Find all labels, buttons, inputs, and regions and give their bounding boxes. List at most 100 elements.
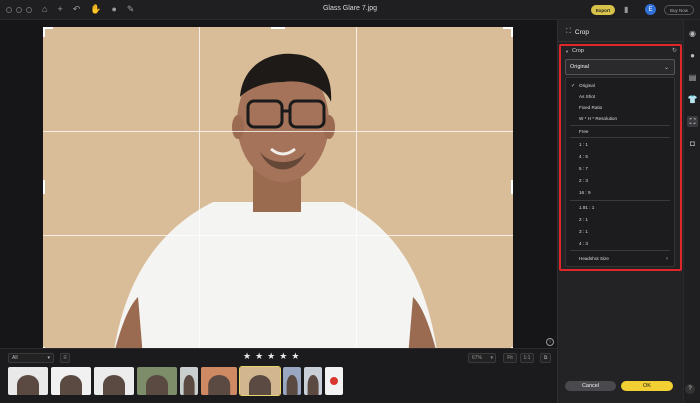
shirt-icon[interactable]: 👕 (687, 94, 698, 105)
crop-handle-top[interactable] (271, 27, 285, 29)
menu-item-label: 1 : 1 (579, 142, 588, 147)
thumbnail[interactable] (180, 367, 198, 395)
menu-item-label: 5 : 7 (579, 166, 588, 171)
menu-item[interactable]: 1 : 1 (566, 140, 674, 149)
check-icon: ✓ (571, 82, 576, 89)
thumbnail-subject (286, 375, 298, 395)
close-window-button[interactable] (6, 6, 12, 13)
home-icon[interactable]: ⌂ (42, 5, 47, 14)
star-icon[interactable]: ★ (291, 352, 299, 361)
minimize-window-button[interactable] (16, 6, 22, 13)
thumbnail[interactable] (51, 367, 91, 395)
thumbnail[interactable] (304, 367, 322, 395)
drop-icon[interactable]: ● (687, 50, 698, 61)
zoom-select[interactable]: 67% ▾ (468, 353, 496, 363)
buy-now-button[interactable]: Buy Now (664, 5, 694, 15)
thumbnail-subject (17, 375, 39, 395)
undo-icon[interactable]: ↶ (73, 5, 81, 14)
ok-button[interactable]: OK (621, 381, 673, 391)
crop-handle-left[interactable] (43, 180, 45, 194)
thumbnail-subject (330, 377, 338, 385)
thumbnail-subject (307, 375, 319, 395)
menu-separator (570, 125, 670, 126)
menu-item[interactable]: 4 : 5 (566, 152, 674, 161)
hand-icon[interactable]: ✋ (90, 5, 101, 14)
menu-item[interactable]: 16 : 9 (566, 188, 674, 197)
maximize-window-button[interactable] (26, 6, 32, 13)
one-to-one-button[interactable]: 1:1 (520, 353, 534, 363)
grid-line-vertical-1 (199, 27, 200, 357)
thumbnail[interactable] (94, 367, 134, 395)
layers-icon[interactable]: ▤ (687, 72, 698, 83)
crop-handle-top-right-v[interactable] (511, 27, 513, 37)
zoom-value: 67% (472, 355, 483, 361)
menu-item[interactable]: 4 : 3 (566, 239, 674, 248)
menu-item[interactable]: As Shot (566, 92, 674, 101)
grid-line-vertical-2 (356, 27, 357, 357)
reset-icon[interactable]: ↻ (672, 47, 677, 54)
star-icon[interactable]: ★ (255, 352, 263, 361)
crop-icon: ⛶ (566, 28, 571, 35)
help-button[interactable]: ? (685, 384, 695, 394)
star-icon[interactable]: ★ (267, 352, 275, 361)
plus-icon[interactable]: + (57, 5, 62, 14)
menu-item[interactable]: 2 : 3 (566, 176, 674, 185)
star-icon[interactable]: ★ (243, 352, 251, 361)
menu-separator (570, 137, 670, 138)
menu-item-label: Original (579, 83, 595, 88)
menu-item-label: 2 : 3 (579, 178, 588, 183)
thumbnail-subject (103, 375, 125, 395)
thumbnail[interactable] (137, 367, 177, 395)
menu-item[interactable]: W * H * Resolution (566, 114, 674, 123)
crop-ratio-value: Original (570, 64, 589, 70)
menu-item[interactable]: Fixed Ratio (566, 103, 674, 112)
menu-item[interactable]: Headshot Size › (566, 254, 674, 263)
fit-button[interactable]: Fit (503, 353, 517, 363)
cancel-button[interactable]: Cancel (565, 381, 616, 391)
camera-icon[interactable]: ◘ (687, 138, 698, 149)
crop-handle-right[interactable] (511, 180, 513, 194)
thumbnail[interactable] (283, 367, 301, 395)
pencil-icon[interactable]: ✎ (127, 5, 135, 14)
app-window: ⌂ + ↶ ✋ ● ✎ Glass Glare 7.jpg Export ▮ E… (0, 0, 700, 403)
crop-handle-top-left-v[interactable] (43, 27, 45, 37)
menu-item[interactable]: 3 : 1 (566, 227, 674, 236)
menu-item[interactable]: 1.91 : 1 (566, 203, 674, 212)
menu-item[interactable]: Free (566, 127, 674, 136)
filter-icon[interactable]: ≡ (60, 353, 70, 363)
info-icon[interactable]: i (546, 338, 554, 346)
export-button[interactable]: Export (591, 5, 615, 15)
filmstrip-bar: All ▾ ≡ ★ ★ ★ ★ ★ 67% ▾ Fit 1:1 ⧉ (0, 348, 557, 403)
crop-section-header[interactable]: ▼ Crop ↻ (565, 47, 677, 55)
chevron-down-icon: ⌄ (663, 65, 669, 71)
star-icon[interactable]: ★ (279, 352, 287, 361)
compare-icon[interactable]: ⧉ (540, 353, 551, 363)
thumbnail-subject (183, 375, 195, 395)
filter-select[interactable]: All ▾ (8, 353, 54, 363)
thumbnail-subject (208, 375, 230, 395)
thumbnail[interactable] (201, 367, 237, 395)
chevron-down-icon: ▾ (47, 355, 50, 361)
chevron-down-icon: ▾ (490, 355, 493, 361)
brush-icon[interactable]: ● (111, 5, 116, 14)
thumbnail-subject (249, 375, 271, 395)
photo-preview[interactable] (43, 27, 513, 357)
rating-stars[interactable]: ★ ★ ★ ★ ★ (243, 352, 299, 361)
menu-item[interactable]: 2 : 1 (566, 215, 674, 224)
menu-separator (570, 200, 670, 201)
menu-item-label: W * H * Resolution (579, 116, 618, 121)
thumbnail[interactable] (239, 366, 281, 396)
avatar[interactable]: E (645, 4, 656, 15)
menu-item-label: 2 : 1 (579, 217, 588, 222)
crop-icon[interactable]: ⛶ (687, 116, 698, 127)
thumbnail[interactable] (325, 367, 343, 395)
menu-item[interactable]: ✓ Original (566, 81, 674, 90)
menu-item[interactable]: 5 : 7 (566, 164, 674, 173)
eye-icon[interactable]: ◉ (687, 28, 698, 39)
sidebar-toggle-icon[interactable]: ▮ (624, 5, 628, 14)
crop-ratio-dropdown[interactable]: Original ⌄ (565, 59, 675, 75)
portrait-image (43, 27, 513, 357)
menu-item-label: Fixed Ratio (579, 105, 603, 110)
thumbnail-strip (8, 366, 343, 396)
thumbnail[interactable] (8, 367, 48, 395)
